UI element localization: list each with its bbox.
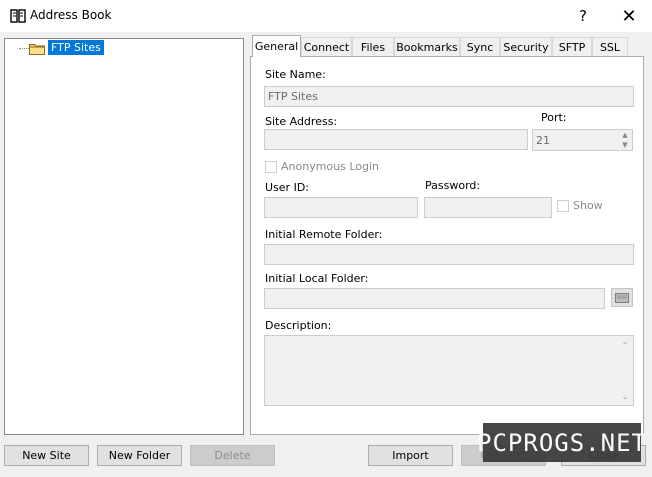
- user-id-label: User ID:: [265, 181, 309, 194]
- remote-folder-field[interactable]: [264, 244, 634, 265]
- description-textarea[interactable]: [264, 335, 634, 406]
- tab-security[interactable]: Security: [500, 37, 552, 56]
- local-folder-field[interactable]: [264, 288, 605, 309]
- remote-folder-label: Initial Remote Folder:: [265, 228, 383, 241]
- tab-sftp[interactable]: SFTP: [552, 37, 592, 56]
- folder-icon: [29, 44, 45, 55]
- port-label: Port:: [541, 111, 567, 124]
- tab-bookmarks[interactable]: Bookmarks: [394, 37, 460, 56]
- tab-general[interactable]: General: [252, 35, 301, 57]
- site-tree[interactable]: FTP Sites: [4, 38, 244, 435]
- scroll-up-icon[interactable]: ⌃: [618, 339, 632, 351]
- user-id-field[interactable]: [264, 197, 418, 218]
- password-label: Password:: [425, 179, 481, 192]
- description-label: Description:: [265, 319, 332, 332]
- site-name-field[interactable]: FTP Sites: [264, 86, 634, 107]
- delete-button[interactable]: Delete: [190, 445, 275, 466]
- tab-connect[interactable]: Connect: [301, 37, 352, 56]
- anonymous-login-label: Anonymous Login: [281, 160, 380, 173]
- folder-browse-icon: [615, 293, 629, 303]
- watermark-banner: PCPROGS.NET: [477, 423, 646, 462]
- site-name-label: Site Name:: [265, 68, 326, 81]
- help-button[interactable]: ?: [560, 0, 606, 32]
- local-folder-label: Initial Local Folder:: [265, 272, 369, 285]
- scroll-down-icon[interactable]: ⌄: [618, 390, 632, 402]
- import-button[interactable]: Import: [368, 445, 453, 466]
- password-field[interactable]: [424, 197, 552, 218]
- new-site-button[interactable]: New Site: [4, 445, 89, 466]
- chevron-up-icon[interactable]: ▲: [618, 130, 632, 140]
- window-close-button[interactable]: ✕: [606, 0, 652, 32]
- tab-sync[interactable]: Sync: [460, 37, 500, 56]
- address-book-icon: [10, 9, 26, 23]
- site-address-field[interactable]: [264, 129, 528, 150]
- browse-local-folder-button[interactable]: [611, 288, 633, 307]
- chevron-down-icon[interactable]: ▼: [618, 140, 632, 150]
- site-address-label: Site Address:: [265, 115, 338, 128]
- anonymous-login-checkbox[interactable]: [265, 161, 277, 173]
- show-password-label: Show: [573, 199, 603, 212]
- new-folder-button[interactable]: New Folder: [97, 445, 182, 466]
- show-password-checkbox[interactable]: [557, 200, 569, 212]
- tab-files[interactable]: Files: [352, 37, 394, 56]
- window-title: Address Book: [30, 8, 112, 22]
- tree-item-ftp-sites[interactable]: FTP Sites: [48, 40, 104, 55]
- tab-ssl[interactable]: SSL: [592, 37, 628, 56]
